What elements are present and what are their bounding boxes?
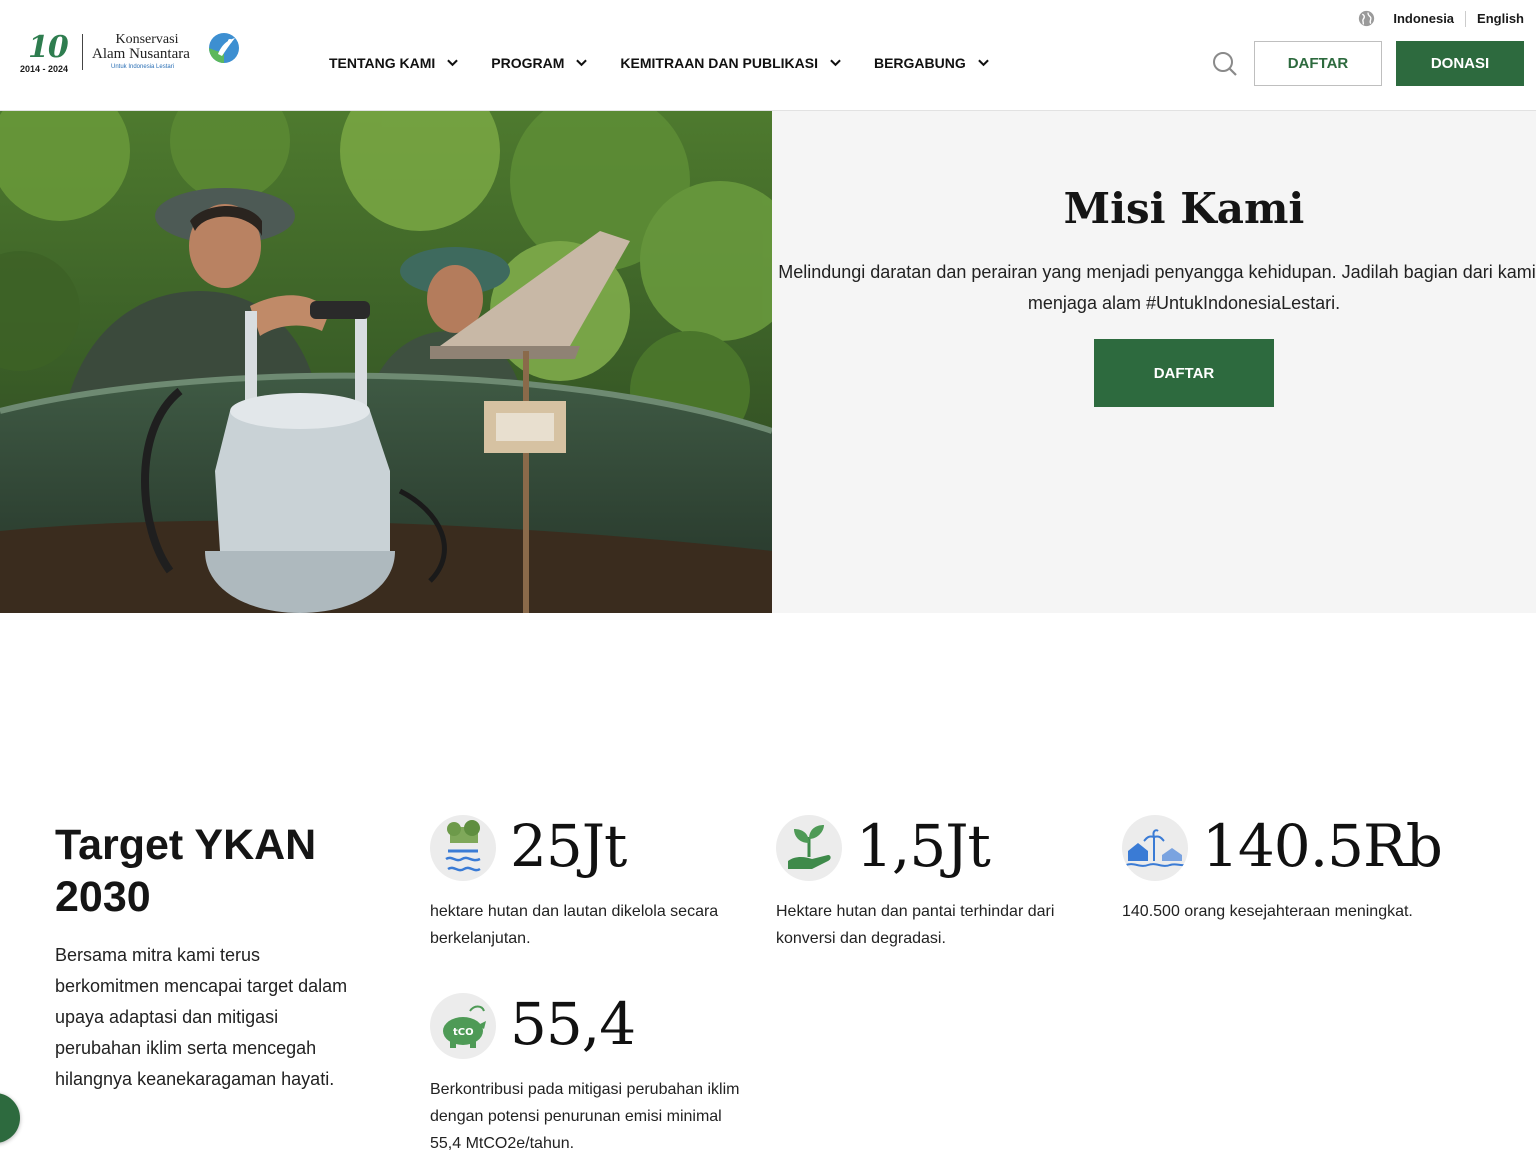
language-option-indonesia[interactable]: Indonesia <box>1393 11 1454 26</box>
targets-title: Target YKAN 2030 <box>55 821 317 921</box>
stat-description: Hektare hutan dan pantai terhindar dari … <box>776 903 1055 947</box>
logo-tagline: Untuk Indonesia Lestari <box>111 64 175 70</box>
logo-name-line2: Alam Nusantara <box>92 46 190 62</box>
nav-item-label: PROGRAM <box>491 55 565 71</box>
mission-register-button[interactable]: DAFTAR <box>1094 339 1274 407</box>
site-header: 10 2014 - 2024 Konservasi Alam Nusantara… <box>0 0 1536 111</box>
nav-item-label: TENTANG KAMI <box>329 55 436 71</box>
stat-description: 140.500 orang kesejahteraan meningkat. <box>1122 903 1413 920</box>
donate-button[interactable]: DONASI <box>1396 41 1524 86</box>
logo-divider <box>82 34 83 70</box>
mission-panel: Misi Kami Melindungi daratan dan peraira… <box>772 111 1536 613</box>
site-logo[interactable]: 10 2014 - 2024 Konservasi Alam Nusantara… <box>18 30 248 76</box>
carbon-piggy-icon: tCO <box>430 993 496 1059</box>
stat-value: 140.5Rb <box>1202 812 1443 880</box>
seedling-hand-icon <box>776 815 842 881</box>
chevron-down-icon <box>447 59 459 67</box>
svg-text:tCO: tCO <box>453 1027 474 1038</box>
nav-item-label: KEMITRAAN DAN PUBLIKASI <box>620 55 818 71</box>
stat-description: Berkontribusi pada mitigasi perubahan ik… <box>430 1081 740 1152</box>
mission-title: Misi Kami <box>1063 184 1305 233</box>
hero-photo-researchers <box>0 111 772 613</box>
nav-item-label: BERGABUNG <box>873 55 966 71</box>
main-nav: TENTANG KAMI PROGRAM KEMITRAAN DAN PUBLI… <box>329 55 1022 71</box>
stat-description: hektare hutan dan lautan dikelola secara… <box>430 903 719 947</box>
globe-icon <box>1359 10 1375 27</box>
village-icon <box>1122 815 1188 881</box>
targets-description: Bersama mitra kami terus berkomitmen men… <box>55 945 348 1089</box>
stat-value: 25Jt <box>510 812 627 880</box>
hero-photo-illustration <box>0 111 772 613</box>
nav-item-bergabung[interactable]: BERGABUNG <box>874 55 989 71</box>
mission-text: Melindungi daratan dan perairan yang men… <box>778 262 1536 313</box>
language-switcher: Indonesia English <box>1358 10 1524 27</box>
language-separator <box>1465 10 1467 27</box>
search-icon[interactable] <box>1212 51 1238 77</box>
logo-anniversary-number: 10 <box>28 30 69 65</box>
chevron-down-icon <box>576 59 588 67</box>
logo-emblem-icon <box>209 33 239 63</box>
floating-help-button[interactable] <box>0 1093 20 1143</box>
chevron-down-icon <box>830 59 841 67</box>
nav-item-program[interactable]: PROGRAM <box>491 55 588 71</box>
nav-item-tentang-kami[interactable]: TENTANG KAMI <box>329 55 459 71</box>
register-button[interactable]: DAFTAR <box>1254 41 1382 86</box>
stat-value: 55,4 <box>510 990 636 1058</box>
stat-value: 1,5Jt <box>856 812 991 880</box>
chevron-down-icon <box>977 59 989 67</box>
language-option-english[interactable]: English <box>1477 11 1524 26</box>
landscape-icon <box>430 815 496 881</box>
nav-item-kemitraan-dan-publikasi[interactable]: KEMITRAAN DAN PUBLIKASI <box>620 55 841 71</box>
logo-anniversary-years: 2014 - 2024 <box>20 64 69 74</box>
